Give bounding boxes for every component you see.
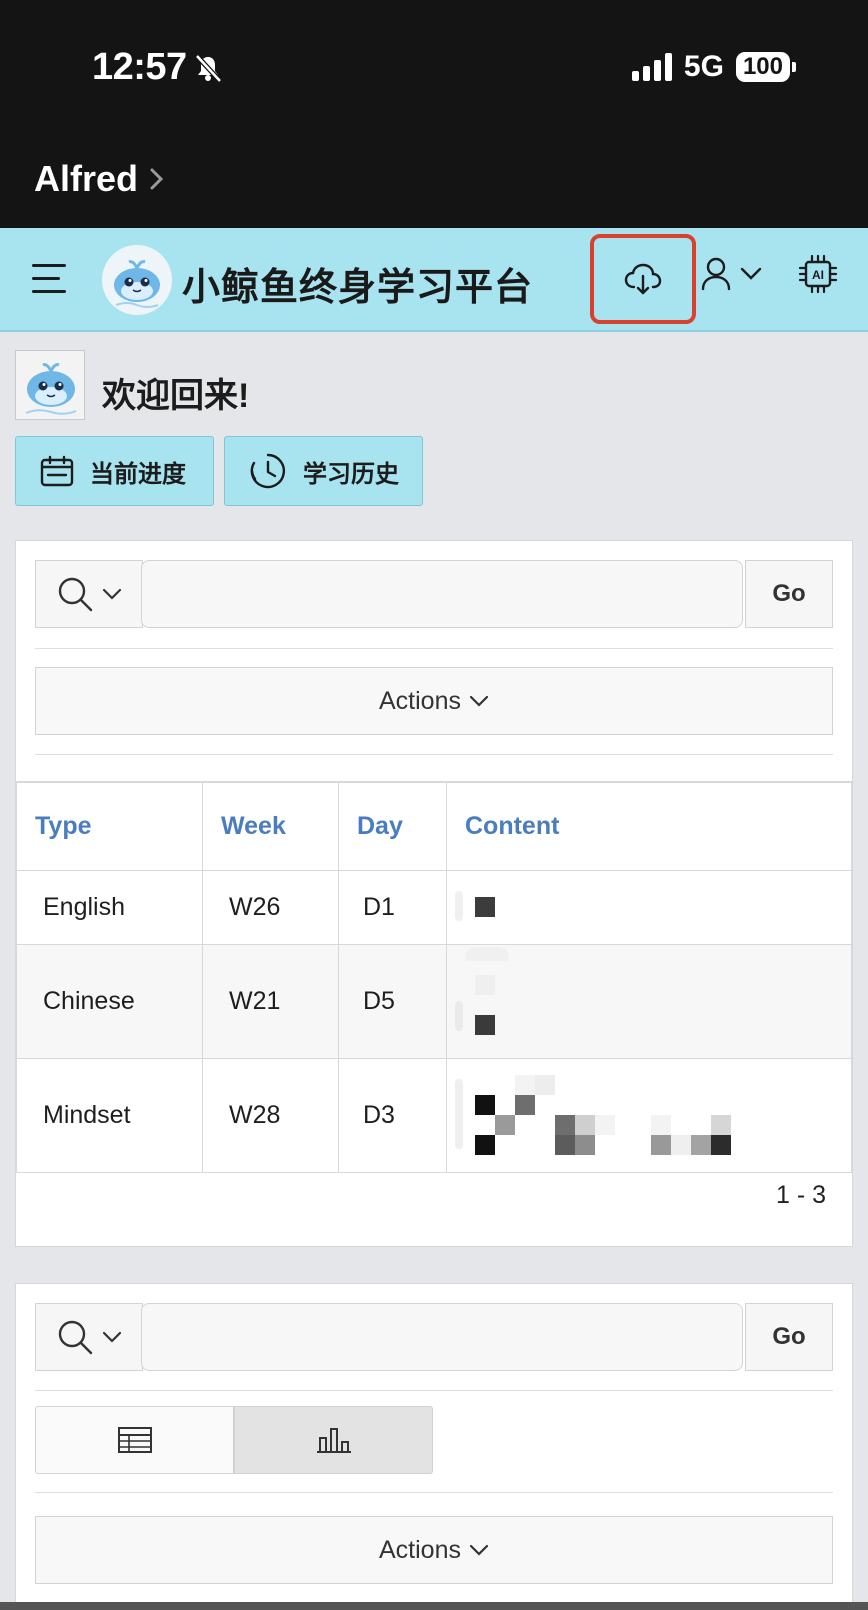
table-row: Chinese W21 D5 — [16, 943, 852, 1059]
chevron-down-icon — [740, 267, 762, 280]
network-label: 5G — [683, 50, 724, 83]
learning-history-label: 学习历史 — [303, 460, 399, 488]
column-header-week[interactable]: Week — [202, 781, 339, 871]
actions-button[interactable]: Actions — [35, 667, 833, 735]
history-report: Go Actions — [15, 1283, 853, 1610]
download-button[interactable] — [590, 234, 696, 324]
signal-icon — [631, 53, 672, 81]
cell-week: W26 — [202, 869, 339, 945]
redacted-content — [447, 871, 851, 944]
bottom-edge — [0, 1602, 868, 1610]
search-bar: Go — [35, 560, 833, 628]
svg-text:AI: AI — [812, 268, 824, 282]
cell-content-redacted — [446, 869, 852, 945]
search-icon — [58, 1320, 93, 1355]
actions-label: Actions — [379, 1535, 461, 1564]
app-header: 小鲸鱼终身学习平台 AI — [0, 228, 868, 332]
search-column-select[interactable] — [35, 560, 143, 628]
menu-icon[interactable] — [32, 264, 68, 294]
user-icon — [701, 257, 731, 291]
chevron-down-icon — [469, 1544, 489, 1556]
ai-chip-icon: AI — [798, 254, 838, 294]
pagination-label: 1 - 3 — [775, 1181, 826, 1209]
chevron-right-icon — [150, 168, 164, 190]
welcome-region: 欢迎回来! 当前进度 学习历史 — [0, 332, 868, 526]
grid-view-button[interactable] — [35, 1406, 234, 1474]
go-button[interactable]: Go — [745, 1303, 833, 1371]
chevron-down-icon — [102, 1331, 122, 1343]
chart-view-button[interactable] — [234, 1406, 433, 1474]
time-text: 12:57 — [92, 46, 187, 88]
chevron-down-icon — [469, 695, 489, 707]
silent-bell-icon — [194, 53, 222, 83]
grid-view-icon — [117, 1427, 152, 1453]
cell-week: W28 — [202, 1057, 339, 1173]
back-to-app-link[interactable]: Alfred — [34, 158, 166, 200]
battery-level: 100 — [735, 52, 790, 82]
divider — [35, 754, 833, 755]
learning-history-button[interactable]: 学习历史 — [224, 436, 423, 506]
welcome-title: 欢迎回来! — [102, 377, 250, 415]
calendar-icon — [40, 455, 74, 487]
back-app-label: Alfred — [34, 158, 139, 199]
search-input[interactable] — [141, 560, 743, 628]
table-header-row: Type Week Day Content — [16, 781, 852, 871]
app-title: 小鲸鱼终身学习平台 — [182, 267, 534, 309]
divider — [35, 1390, 833, 1391]
ai-button[interactable]: AI — [798, 254, 838, 299]
column-header-content[interactable]: Content — [446, 781, 852, 871]
status-bar: 12:57 5G 100 Alfred — [0, 0, 868, 228]
cloud-download-icon — [624, 263, 662, 295]
redacted-content — [447, 945, 851, 1058]
cell-type: Mindset — [16, 1057, 203, 1173]
search-input[interactable] — [141, 1303, 743, 1371]
whale-avatar — [15, 350, 85, 420]
history-clock-icon — [250, 453, 286, 489]
cell-content-redacted — [446, 1057, 852, 1173]
status-time: 12:57 — [92, 46, 223, 89]
current-progress-button[interactable]: 当前进度 — [15, 436, 214, 506]
column-header-day[interactable]: Day — [338, 781, 447, 871]
view-toggle — [35, 1406, 433, 1474]
progress-report: Go Actions Type Week Day Content English… — [15, 540, 853, 1247]
go-button[interactable]: Go — [745, 560, 833, 628]
user-menu-button[interactable] — [700, 256, 762, 292]
cell-type: English — [16, 869, 203, 945]
redacted-content — [447, 1059, 851, 1172]
divider — [35, 1492, 833, 1493]
current-progress-label: 当前进度 — [90, 460, 186, 488]
divider — [35, 648, 833, 649]
actions-button[interactable]: Actions — [35, 1516, 833, 1584]
report-table: Type Week Day Content English W26 D1 Chi — [16, 781, 852, 1173]
status-indicators: 5G 100 — [631, 50, 796, 84]
cell-day: D5 — [338, 943, 447, 1059]
column-header-type[interactable]: Type — [16, 781, 203, 871]
cell-day: D3 — [338, 1057, 447, 1173]
search-bar: Go — [35, 1303, 833, 1371]
cell-day: D1 — [338, 869, 447, 945]
search-icon — [58, 577, 93, 612]
cell-content-redacted — [446, 943, 852, 1059]
cell-type: Chinese — [16, 943, 203, 1059]
search-column-select[interactable] — [35, 1303, 143, 1371]
table-row: English W26 D1 — [16, 869, 852, 945]
whale-logo[interactable] — [102, 245, 172, 315]
battery-icon: 100 — [735, 52, 796, 82]
actions-label: Actions — [379, 686, 461, 715]
cell-week: W21 — [202, 943, 339, 1059]
chevron-down-icon — [102, 588, 122, 600]
chart-view-icon — [316, 1428, 351, 1453]
table-row: Mindset W28 D3 — [16, 1057, 852, 1173]
